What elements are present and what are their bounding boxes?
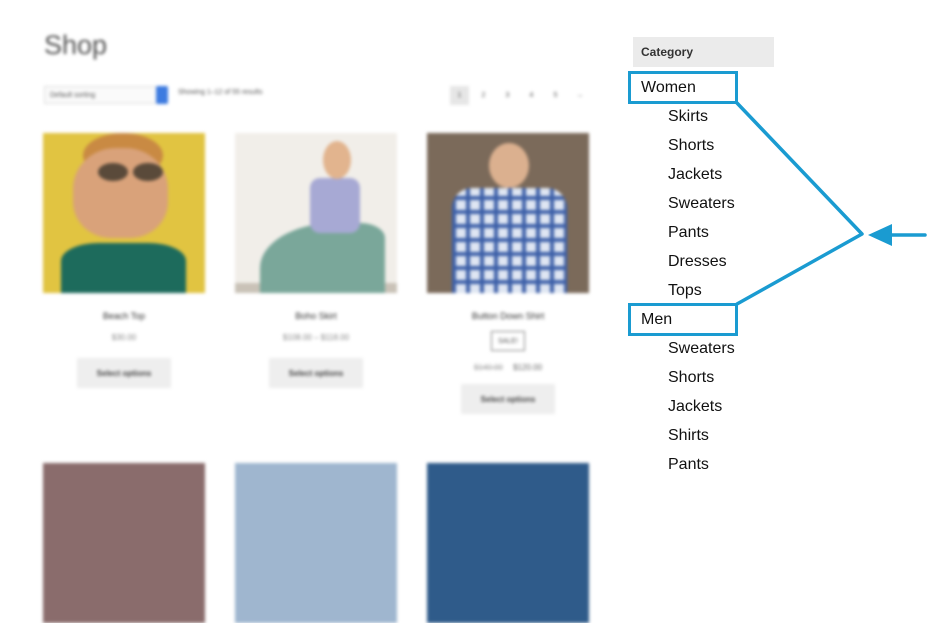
- arrow-left-icon: [868, 224, 892, 246]
- annotation-connector: [735, 101, 864, 306]
- product-card: [427, 463, 589, 623]
- annotation-overlay: [735, 101, 927, 306]
- product-card: [43, 463, 205, 623]
- product-card: [235, 463, 397, 623]
- product-image[interactable]: [235, 463, 397, 623]
- product-image[interactable]: [427, 463, 589, 623]
- product-image[interactable]: [43, 463, 205, 623]
